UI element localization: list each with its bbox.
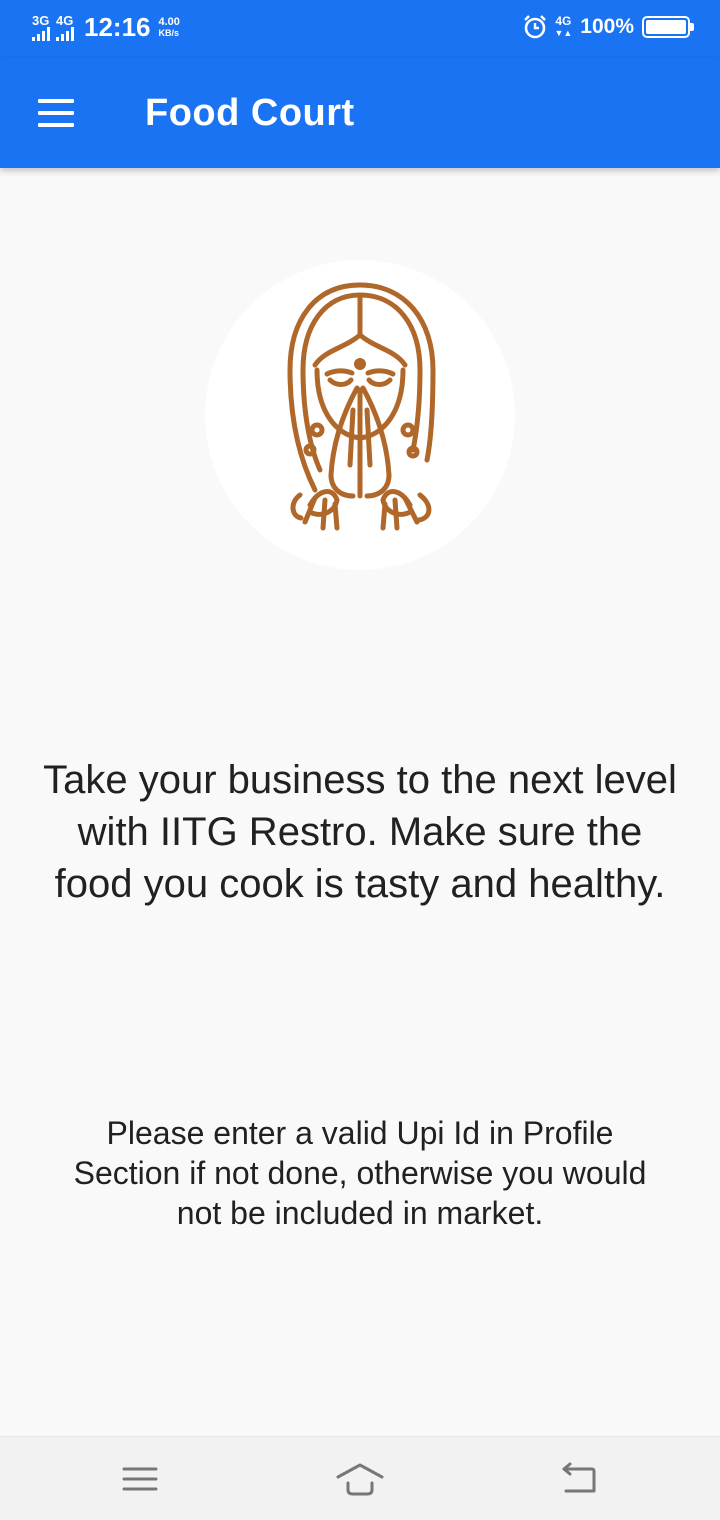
page-title: Food Court	[145, 92, 355, 134]
alarm-icon	[524, 15, 547, 39]
back-icon[interactable]	[548, 1457, 608, 1501]
network-type-1: 3G	[32, 13, 50, 28]
hero-illustration	[205, 260, 515, 570]
battery-icon	[642, 16, 694, 38]
hamburger-icon	[38, 99, 74, 103]
network-4g-icon: 4G ▼▲	[554, 14, 573, 38]
system-navigation-bar	[0, 1436, 720, 1520]
signal-4g-icon: 4G	[56, 14, 74, 41]
speed-value: 4.00	[158, 15, 180, 28]
battery-percent: 100%	[580, 15, 634, 38]
network-speed: 4.00 KB/s	[158, 15, 180, 39]
upi-notice-text: Please enter a valid Upi Id in Profile S…	[73, 1115, 647, 1231]
speed-unit: KB/s	[158, 27, 180, 38]
menu-button[interactable]	[28, 88, 84, 138]
network-type-2: 4G	[56, 13, 74, 28]
home-icon[interactable]	[330, 1457, 390, 1501]
app-bar: Food Court	[0, 58, 720, 168]
signal-3g-icon: 3G	[32, 14, 50, 41]
status-bar: 3G 4G 12:16 4.00 KB/s 4G ▼▲ 100%	[0, 0, 720, 58]
recent-apps-icon[interactable]	[110, 1457, 170, 1501]
clock: 12:16	[84, 12, 151, 42]
network-type-right: 4G	[555, 14, 572, 28]
namaste-woman-icon	[287, 282, 436, 531]
headline-text: Take your business to the next level wit…	[43, 758, 677, 906]
